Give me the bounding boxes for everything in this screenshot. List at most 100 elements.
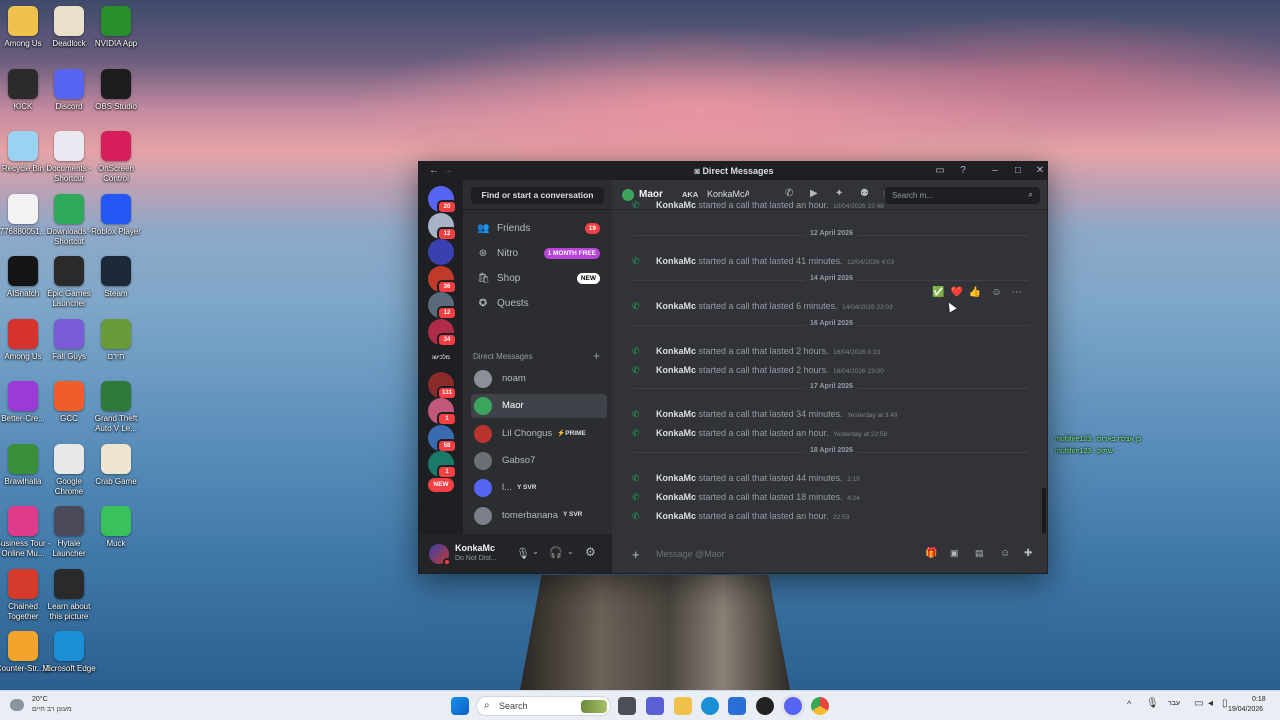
server-icon[interactable]: 1 xyxy=(428,451,457,479)
nav-item-quests[interactable]: ✪ Quests xyxy=(471,293,604,315)
tray-volume-icon[interactable]: ◂ xyxy=(1208,698,1213,709)
tray-chevron-icon[interactable]: ^ xyxy=(1127,699,1131,709)
check-reaction-icon[interactable]: ✅ xyxy=(932,287,944,298)
desktop-icon[interactable]: OBS Studio xyxy=(88,68,144,112)
call-message[interactable]: ✆ KonkaMc started a call that lasted 18 m… xyxy=(632,490,1032,504)
desktop-icon[interactable]: OnScreen Control xyxy=(88,131,144,184)
minimize-button[interactable]: – xyxy=(988,164,1002,178)
obs-icon[interactable] xyxy=(756,697,774,715)
server-icon[interactable]: 1 xyxy=(428,398,457,426)
server-icon[interactable]: 36 xyxy=(428,265,457,294)
server-icon[interactable]: 20 xyxy=(428,186,457,214)
desktop-icon[interactable]: Roblox Player xyxy=(88,193,144,237)
server-icon[interactable]: 131 xyxy=(428,371,457,400)
widgets-icon[interactable] xyxy=(646,697,664,715)
thumbs-up-reaction-icon[interactable]: 👍 xyxy=(969,287,981,298)
add-reaction-icon[interactable]: ☺ xyxy=(991,287,1001,298)
clock-time[interactable]: 0:18 xyxy=(1252,696,1266,703)
gift-icon[interactable]: 🎁 xyxy=(925,548,937,559)
gif-icon[interactable]: ▣ xyxy=(950,548,959,559)
dm-item[interactable]: Maor xyxy=(471,394,607,419)
message-author[interactable]: KonkaMc started a call that lasted an ho… xyxy=(656,509,849,525)
desktop-icon[interactable]: Steam xyxy=(88,256,144,299)
call-message[interactable]: ✆ KonkaMc started a call that lasted 34 m… xyxy=(632,407,1032,421)
scrollbar[interactable] xyxy=(1042,488,1046,534)
message-author[interactable]: KonkaMc started a call that lasted an ho… xyxy=(656,426,887,442)
message-author[interactable]: KonkaMc started a call that lasted an ho… xyxy=(656,198,884,214)
user-avatar[interactable] xyxy=(429,544,451,566)
server-icon[interactable]: NEW xyxy=(428,477,454,492)
tray-network-icon[interactable]: ▭ xyxy=(1194,698,1203,709)
settings-gear-icon[interactable]: ⚙ xyxy=(585,545,596,559)
nav-item-nitro[interactable]: ⊛ Nitro 1 MONTH FREE xyxy=(471,243,604,265)
start-windows-icon[interactable] xyxy=(451,697,469,715)
dm-item[interactable]: tomerbanana Y SVR xyxy=(471,504,607,528)
message-author[interactable]: KonkaMc started a call that lasted 2 hou… xyxy=(656,344,880,360)
close-button[interactable]: ✕ xyxy=(1033,164,1047,178)
desktop-icon[interactable]: NVIDIA App xyxy=(88,6,144,49)
clock-date[interactable]: 19/04/2026 xyxy=(1228,706,1263,713)
emoji-icon[interactable]: ☺ xyxy=(1000,548,1010,559)
call-message[interactable]: ✆ KonkaMc started a call that lasted an h… xyxy=(632,509,1032,523)
weather-desc[interactable]: מעונן רב חיים xyxy=(32,706,72,713)
audio-settings-chevron-icon[interactable]: ⌄ xyxy=(567,547,574,556)
maximize-button[interactable]: □ xyxy=(1011,164,1025,178)
message-author[interactable]: KonkaMc started a call that lasted 6 min… xyxy=(656,299,893,315)
desktop-icon[interactable]: Grand Theft Auto V Le... xyxy=(88,381,144,434)
call-message[interactable]: ✆ KonkaMc started a call that lasted 44 m… xyxy=(632,471,1032,485)
discord-taskbar-icon[interactable] xyxy=(784,697,802,715)
message-author[interactable]: KonkaMc started a call that lasted 34 mi… xyxy=(656,407,898,423)
desktop-icon[interactable]: Crab Game xyxy=(88,443,144,487)
dm-item[interactable]: Gabso7 xyxy=(471,449,607,473)
desktop-icon[interactable]: חירם xyxy=(88,318,144,362)
help-icon[interactable]: ? xyxy=(956,164,970,178)
apps-icon[interactable]: ✚ xyxy=(1024,548,1032,559)
find-conversation-button[interactable]: Find or start a conversation xyxy=(471,187,604,204)
desktop-icon[interactable]: Muck xyxy=(88,506,144,549)
tray-mic-icon[interactable]: 🎙 xyxy=(1146,698,1159,709)
store-icon[interactable] xyxy=(728,697,746,715)
dm-item[interactable]: Lil Chongus ⚡PRIME xyxy=(471,422,607,446)
message-input[interactable]: Message @Maor xyxy=(656,549,916,559)
weather-icon[interactable] xyxy=(10,699,24,711)
taskbar-search[interactable]: ⌕ Search xyxy=(476,696,611,716)
server-icon[interactable]: 12 xyxy=(428,292,457,320)
call-message[interactable]: ✆ KonkaMc started a call that lasted an h… xyxy=(632,426,1032,440)
weather-temp[interactable]: 20°C xyxy=(32,696,48,703)
inbox-icon[interactable]: ▭ xyxy=(933,164,947,178)
create-dm-plus-icon[interactable]: + xyxy=(593,349,600,363)
more-options-icon[interactable]: ⋯ xyxy=(1012,287,1022,298)
server-icon[interactable]: 12 xyxy=(428,212,457,241)
message-author[interactable]: KonkaMc started a call that lasted 44 mi… xyxy=(656,471,860,487)
edge-icon[interactable] xyxy=(701,697,719,715)
dm-item[interactable]: l... Y SVR xyxy=(471,476,607,500)
sticker-icon[interactable]: ▤ xyxy=(975,548,984,559)
nav-item-shop[interactable]: 🛍 Shop NEW xyxy=(471,268,604,290)
desktop-icon[interactable]: Microsoft Edge xyxy=(41,631,97,674)
mic-settings-chevron-icon[interactable]: ⌄ xyxy=(532,547,539,556)
chrome-icon[interactable] xyxy=(811,697,829,715)
message-author[interactable]: KonkaMc started a call that lasted 2 hou… xyxy=(656,363,884,379)
microphone-icon[interactable]: 🎙 xyxy=(516,547,530,560)
server-icon[interactable]: 58 xyxy=(428,424,457,453)
headphones-icon[interactable]: 🎧 xyxy=(549,546,563,559)
tray-battery-icon[interactable]: ▯ xyxy=(1222,698,1228,709)
call-message[interactable]: ✆ KonkaMc started a call that lasted 2 ho… xyxy=(632,363,1032,377)
task-view-icon[interactable] xyxy=(618,697,636,715)
input-language[interactable]: עבר xyxy=(1168,700,1180,707)
server-icon[interactable]: 34 xyxy=(428,318,457,347)
server-icon[interactable] xyxy=(428,239,454,265)
nav-item-friends[interactable]: 👥 Friends 19 xyxy=(471,218,604,240)
call-message[interactable]: ✆ KonkaMc started a call that lasted 6 mi… xyxy=(632,299,1032,313)
attach-plus-icon[interactable]: + xyxy=(632,547,640,562)
message-author[interactable]: KonkaMc started a call that lasted 41 mi… xyxy=(656,254,894,270)
call-message[interactable]: ✆ KonkaMc started a call that lasted an h… xyxy=(632,198,1032,212)
desktop-icon[interactable]: Learn about this picture xyxy=(41,568,97,622)
message-author[interactable]: KonkaMc started a call that lasted 18 mi… xyxy=(656,490,860,506)
heart-reaction-icon[interactable]: ❤️ xyxy=(950,287,962,298)
server-icon[interactable]: מלכישו xyxy=(428,345,454,371)
call-message[interactable]: ✆ KonkaMc started a call that lasted 41 m… xyxy=(632,254,1032,268)
call-message[interactable]: ✆ KonkaMc started a call that lasted 2 ho… xyxy=(632,344,1032,358)
file-explorer-icon[interactable] xyxy=(674,697,692,715)
dm-item[interactable]: noam xyxy=(471,367,607,391)
